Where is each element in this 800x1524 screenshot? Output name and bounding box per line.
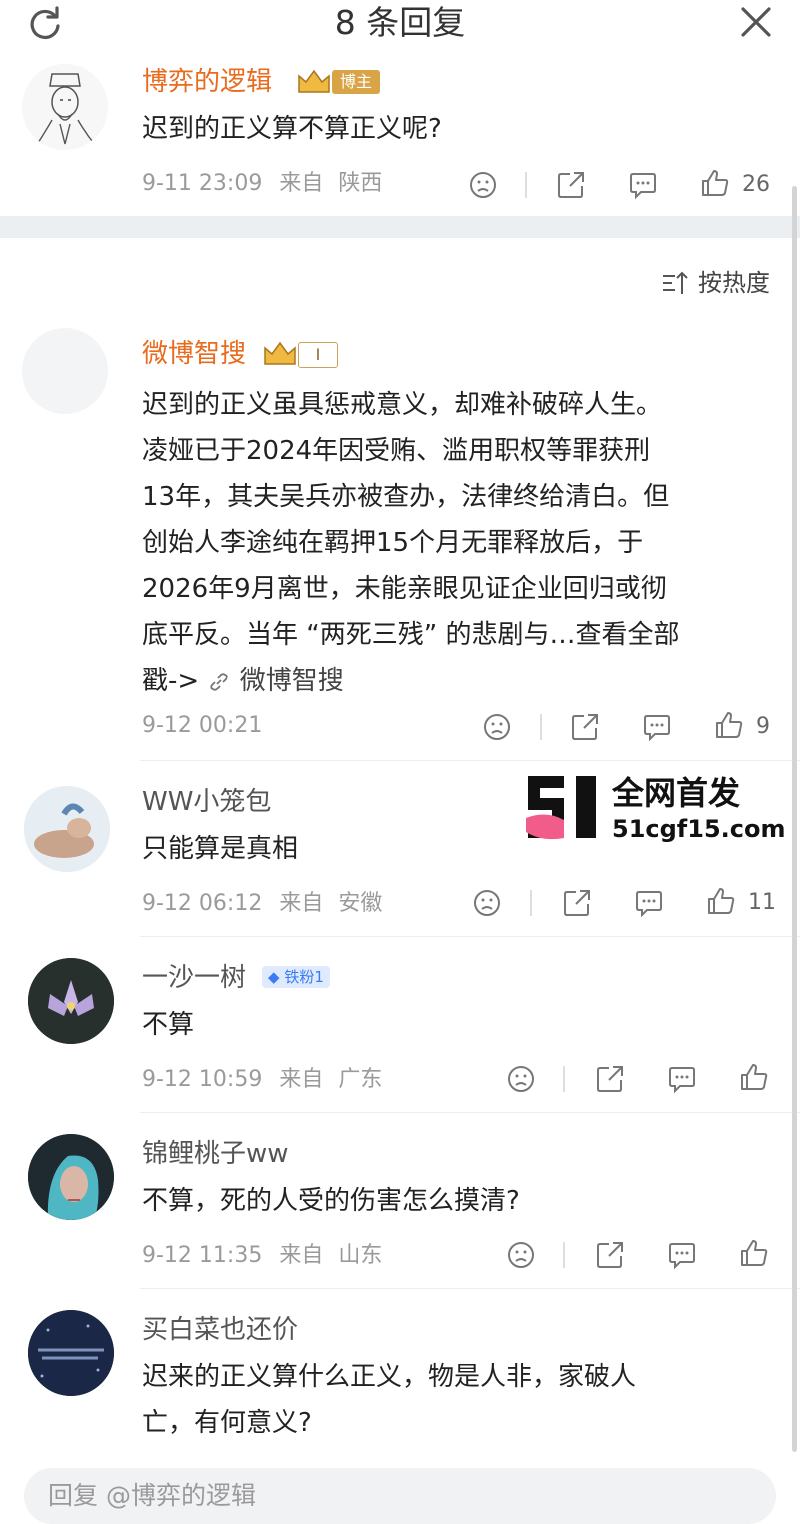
like-icon[interactable] [700,168,730,198]
action-separator [563,1066,565,1092]
like-icon[interactable] [739,1062,769,1092]
reply-placeholder: 回复 @博弈的逻辑 [48,1481,256,1510]
comment-divider [140,936,800,937]
like-count: 9 [756,714,770,739]
comment-text: 迟到的正义虽具惩戒意义，却难补破碎人生。 凌娅已于2024年因受贿、滥用职权等罪… [142,382,782,704]
from-label: 来自 [279,1243,324,1268]
comment-meta: 9-12 11:35 来自 山东 [142,1242,382,1270]
blogger-badge: 博主 [332,70,381,94]
comment-line: 亡，有何意义? [142,1408,312,1438]
comment-time: 9-12 11:35 [142,1243,263,1268]
sort-label: 按热度 [698,269,770,297]
comment-meta: 9-12 06:12 来自 安徽 [142,890,382,918]
author-avatar[interactable] [24,786,110,872]
comment-time: 9-12 00:21 [142,713,263,738]
author-avatar[interactable] [28,958,114,1044]
comment-text: 迟来的正义算什么正义，物是人非，家破人 亡，有何意义? [142,1354,782,1446]
comment-divider [140,760,800,761]
action-separator [540,714,542,740]
link-icon [207,670,231,694]
close-icon[interactable] [738,4,774,40]
dialog-header: 8 条回复 [0,0,800,65]
author-name[interactable]: 微博智搜 [142,338,246,370]
dislike-icon[interactable] [506,1240,536,1270]
comment-time: 9-12 06:12 [142,891,263,916]
author-name[interactable]: 买白菜也还价 [142,1314,298,1346]
comment-icon[interactable] [634,888,664,918]
share-icon[interactable] [570,712,600,742]
fan-badge-label: 铁粉1 [284,968,324,986]
from-label: 来自 [279,171,324,196]
comment-text: 不算，死的人受的伤害怎么摸清? [142,1186,520,1216]
author-avatar[interactable] [28,1134,114,1220]
share-icon[interactable] [595,1064,625,1094]
comment-line[interactable]: 底平反。当年 “两死三残” 的悲剧与…查看全部 [142,612,782,658]
comment-line: 迟到的正义虽具惩戒意义，却难补破碎人生。 [142,390,663,420]
dislike-icon[interactable] [506,1064,536,1094]
scrollbar[interactable] [792,186,797,1452]
comment-meta: 9-11 23:09 来自 陕西 [142,170,382,198]
comment-time: 9-12 10:59 [142,1067,263,1092]
dislike-icon[interactable] [482,712,512,742]
like-count: 11 [748,890,776,915]
reply-input[interactable]: 回复 @博弈的逻辑 [24,1468,776,1524]
comment-icon[interactable] [628,170,658,200]
dislike-icon[interactable] [468,170,498,200]
action-separator [563,1242,565,1268]
share-icon[interactable] [595,1240,625,1270]
comment-icon[interactable] [642,712,672,742]
dislike-icon[interactable] [472,888,502,918]
comment-location: 山东 [338,1243,383,1268]
comment-text: 不算 [142,1010,195,1040]
author-avatar[interactable] [22,328,108,414]
diamond-icon: ◆ [268,968,280,986]
comment-link[interactable]: 微博智搜 [240,666,344,696]
author-name[interactable]: 一沙一树 [142,962,246,994]
like-count: 26 [742,172,770,197]
watermark-logo-icon [520,772,606,842]
comment-location: 陕西 [338,171,383,196]
dialog-title: 8 条回复 [334,3,466,42]
fan-badge: ◆ 铁粉1 [262,966,330,988]
comment-icon[interactable] [667,1240,697,1270]
comment-line: 2026年9月离世，未能亲眼见证企业回归或彻 [142,574,667,604]
crown-icon [262,340,298,368]
comment-line: 创始人李途纯在羁押15个月无罪释放后，于 [142,528,644,558]
like-icon[interactable] [714,710,744,740]
watermark-url: 51cgf15.com [612,815,786,843]
from-label: 来自 [279,891,324,916]
comment-location: 安徽 [338,891,383,916]
watermark: 全网首发 51cgf15.com [520,772,790,843]
action-separator [530,890,532,916]
author-name[interactable]: 博弈的逻辑 [142,66,272,98]
author-avatar[interactable] [28,1310,114,1396]
section-gap [0,216,800,238]
like-icon[interactable] [739,1238,769,1268]
original-comment: 博弈的逻辑 博主 迟到的正义算不算正义呢? 9-11 23:09 来自 陕西 2… [0,64,800,216]
comment-line-prefix: 戳-> [142,666,200,696]
like-icon[interactable] [706,886,736,916]
author-avatar[interactable] [22,64,108,150]
share-icon[interactable] [562,888,592,918]
comment-divider [140,1112,800,1113]
sort-icon [660,268,690,298]
share-icon[interactable] [556,170,586,200]
author-name[interactable]: 锦鲤桃子ww [142,1138,289,1170]
watermark-title: 全网首发 [612,774,741,812]
from-label: 来自 [279,1067,324,1092]
comment-location: 广东 [338,1067,383,1092]
level-badge: I [298,342,338,368]
comment-line: 迟来的正义算什么正义，物是人非，家破人 [142,1362,637,1392]
action-separator [525,172,527,198]
comment-divider [140,1288,800,1289]
comment-icon[interactable] [667,1064,697,1094]
comment-text: 迟到的正义算不算正义呢? [142,114,442,144]
comment-time: 9-11 23:09 [142,171,263,196]
comment-meta: 9-12 10:59 来自 广东 [142,1066,382,1094]
crown-icon [296,68,332,96]
comment-line: 凌娅已于2024年因受贿、滥用职权等罪获刑 [142,436,651,466]
comment-line: 13年，其夫吴兵亦被查办，法律终给清白。但 [142,482,670,512]
author-name[interactable]: WW小笼包 [142,786,271,818]
comment-line: 戳-> 微博智搜 [142,658,782,704]
